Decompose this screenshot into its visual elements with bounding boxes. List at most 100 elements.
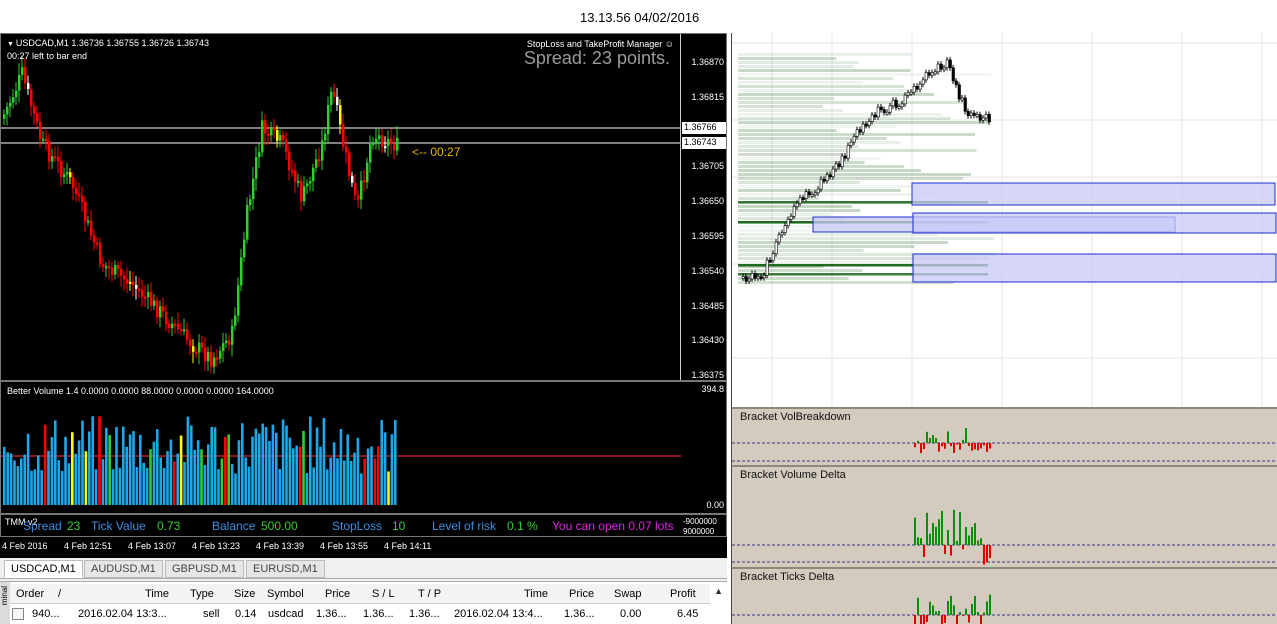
candle-body <box>27 83 30 90</box>
bracket-candle-body <box>822 178 826 182</box>
bracket-candle-body <box>957 84 961 100</box>
delta-bar <box>950 595 952 615</box>
main-price-chart[interactable]: ▼ USDCAD,M1 1.36736 1.36755 1.36726 1.36… <box>0 33 727 381</box>
tab-usdcad[interactable]: USDCAD,M1 <box>4 560 83 578</box>
volume-bar <box>210 426 213 505</box>
volume-bar <box>353 452 356 505</box>
candle-body <box>6 106 9 115</box>
bracket-candle-body <box>744 276 748 282</box>
candle-body <box>57 157 60 162</box>
candle-body <box>171 323 174 329</box>
col-header[interactable]: T / P <box>418 588 441 600</box>
volume-bar <box>159 457 162 505</box>
ticks-delta-panel[interactable]: Bracket Ticks Delta <box>731 567 1277 624</box>
delta-bar <box>920 538 922 545</box>
candle-body <box>90 220 93 236</box>
candle-body <box>342 124 345 147</box>
bracket-candle-body <box>828 174 832 178</box>
candle-body <box>3 114 6 119</box>
bracket-candle-body <box>747 278 751 282</box>
volume-profile-row <box>738 169 921 172</box>
candle-body <box>237 285 240 316</box>
volume-bar <box>349 460 353 505</box>
delta-bar <box>935 526 937 545</box>
tab-eurusd[interactable]: EURUSD,M1 <box>246 560 325 578</box>
volume-profile-row <box>738 53 912 56</box>
candle-body <box>189 339 192 347</box>
volume-profile-row <box>738 77 894 80</box>
bar-countdown: <-- 00:27 <box>412 145 461 159</box>
bracket-candle-body <box>870 114 874 122</box>
delta-bar <box>968 535 970 545</box>
volume-bar <box>319 446 322 505</box>
candle-body <box>252 178 255 200</box>
delta-bar <box>923 443 925 450</box>
candle-body <box>219 350 222 359</box>
volume-bar <box>343 460 346 505</box>
candle-body <box>126 279 129 284</box>
delta-bar <box>917 440 919 443</box>
volume-bar <box>98 416 101 505</box>
table-row[interactable]: 940... 2016.02.04 13:3... sell 0.14 usdc… <box>10 604 710 624</box>
vol-breakdown-panel[interactable]: Bracket VolBreakdown <box>731 407 1277 465</box>
bracket-candle-body <box>972 112 976 116</box>
terminal-header-row: Order / Time Type Size Symbol Price S / … <box>10 584 710 604</box>
candle-body <box>228 340 231 345</box>
col-header[interactable]: Time <box>524 588 548 600</box>
chart-tabs: USDCAD,M1 AUDUSD,M1 GBPUSD,M1 EURUSD,M1 <box>0 558 727 579</box>
bracket-candle-body <box>873 114 877 118</box>
candle-body <box>369 144 372 163</box>
volume-bar <box>115 427 118 505</box>
col-header[interactable]: Time <box>145 588 169 600</box>
col-header[interactable]: Size <box>234 588 255 600</box>
bracket-candle-body <box>960 97 964 101</box>
candle-body <box>234 315 237 326</box>
cell-size: 0.14 <box>235 608 257 620</box>
terminal-side-handle[interactable]: minal <box>0 582 10 624</box>
bracket-price-chart[interactable] <box>731 33 1277 407</box>
price-axis[interactable]: 1.36870 1.36815 1.36766 1.36743 1.36705 … <box>680 34 726 380</box>
volume-bar <box>322 417 326 505</box>
col-header[interactable]: Price <box>325 588 350 600</box>
col-header[interactable]: Price <box>569 588 594 600</box>
candle-body <box>261 120 264 153</box>
scroll-up-icon[interactable]: ▲ <box>714 586 723 596</box>
bracket-candle-body <box>939 63 943 70</box>
col-header[interactable]: Order <box>16 588 44 600</box>
chart-dropdown-icon[interactable]: ▼ <box>7 41 16 48</box>
ticks-delta-title: Bracket Ticks Delta <box>740 571 835 583</box>
bracket-candle-body <box>777 234 781 243</box>
delta-bar <box>914 517 916 545</box>
col-header[interactable]: S / L <box>372 588 395 600</box>
delta-bar <box>920 615 922 624</box>
info-axis-low: 9000000 <box>683 527 715 536</box>
candle-body <box>321 140 324 161</box>
candle-body <box>102 263 105 267</box>
bracket-candle-body <box>885 111 889 115</box>
delta-bar <box>968 443 970 446</box>
col-header[interactable]: Profit <box>670 588 696 600</box>
volume-bar <box>190 425 193 505</box>
delta-bar <box>959 443 961 450</box>
bracket-candle-body <box>855 129 859 137</box>
price-label: 1.36870 <box>691 57 724 67</box>
candle-body <box>246 205 249 240</box>
vol-breakdown-title: Bracket VolBreakdown <box>740 411 851 423</box>
candle-body <box>360 180 363 200</box>
volume-delta-panel[interactable]: Bracket Volume Delta <box>731 465 1277 567</box>
col-header[interactable]: Swap <box>614 588 642 600</box>
better-volume-panel[interactable]: Better Volume 1.4 0.0000 0.0000 88.0000 … <box>0 381 727 514</box>
candle-body <box>291 170 294 173</box>
delta-bar <box>977 443 979 451</box>
tab-gbpusd[interactable]: GBPUSD,M1 <box>165 560 244 578</box>
volume-bar <box>370 446 373 505</box>
time-label: 4 Feb 13:23 <box>192 541 241 551</box>
col-header[interactable]: / <box>58 588 61 600</box>
tab-audusd[interactable]: AUDUSD,M1 <box>84 560 163 578</box>
candle-body <box>282 134 285 140</box>
delta-bar <box>929 437 931 443</box>
price-label: 1.36705 <box>691 161 724 171</box>
col-header[interactable]: Type <box>190 588 214 600</box>
col-header[interactable]: Symbol <box>267 588 304 600</box>
volume-bar <box>292 448 295 505</box>
